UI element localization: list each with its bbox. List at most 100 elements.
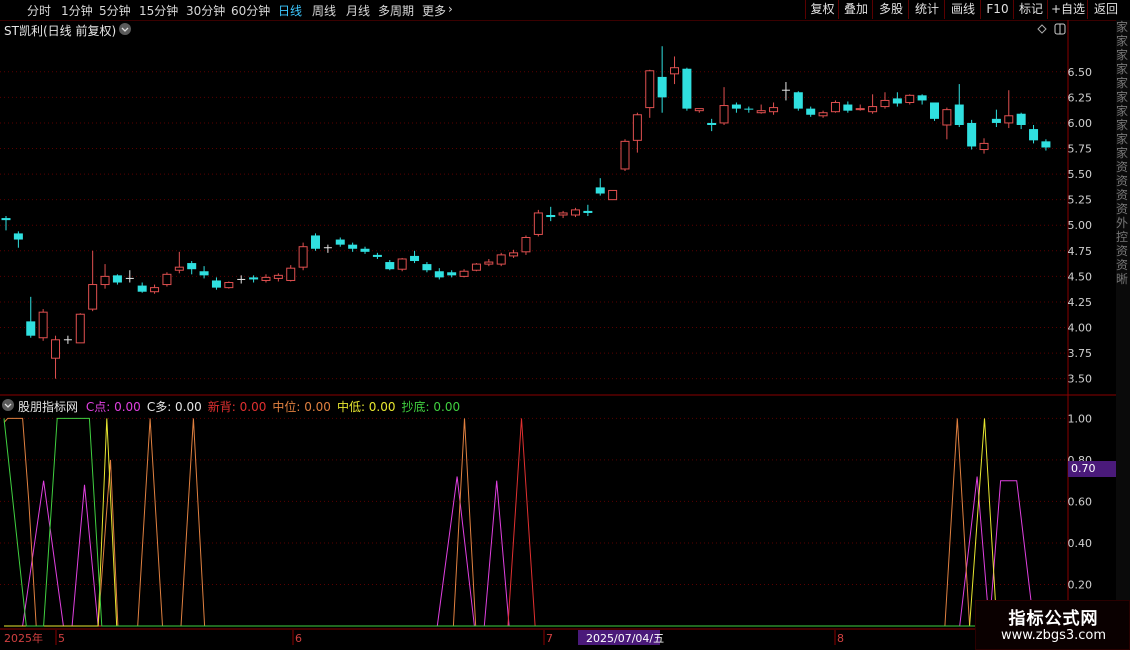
candle-77 bbox=[954, 84, 964, 128]
candle-7 bbox=[88, 250, 98, 312]
candle-body bbox=[731, 104, 741, 109]
price-tick-label-1: 3.75 bbox=[1068, 347, 1093, 360]
indicator-tick-label-1: 0.40 bbox=[1068, 537, 1093, 550]
candle-47 bbox=[583, 204, 593, 217]
candle-body bbox=[311, 235, 320, 249]
candle-body bbox=[112, 275, 122, 283]
price-tick-label-11: 6.25 bbox=[1068, 91, 1093, 104]
candle-body bbox=[657, 76, 667, 98]
price-tick-label-6: 5.00 bbox=[1068, 219, 1093, 232]
candle-body bbox=[682, 68, 692, 109]
indicator-series-label-4: 中低: 0.00 bbox=[336, 400, 396, 414]
candle-body bbox=[13, 233, 23, 240]
candle-body bbox=[447, 272, 457, 276]
candle-body bbox=[818, 112, 828, 117]
candle-0 bbox=[1, 216, 11, 231]
candle-8 bbox=[100, 264, 110, 289]
candle-70 bbox=[868, 94, 878, 114]
diamond-icon bbox=[1037, 24, 1047, 34]
indicator-series-label-2: 新背: 0.00 bbox=[207, 400, 267, 414]
candle-body bbox=[620, 140, 630, 170]
candlestick-series bbox=[1, 46, 1051, 379]
indicator-series bbox=[3, 417, 1069, 627]
candle-60 bbox=[744, 106, 754, 113]
candle-57 bbox=[707, 118, 717, 132]
candle-21 bbox=[261, 274, 271, 283]
candle-body bbox=[583, 210, 593, 213]
candle-35 bbox=[434, 268, 444, 280]
candle-body bbox=[249, 277, 259, 280]
indicator-header: 股朋指标网 C点: 0.00 C多: 0.00 新背: 0.00 中位: 0.00 中低… bbox=[18, 398, 466, 415]
candle-body bbox=[372, 254, 382, 257]
candle-81 bbox=[1004, 90, 1014, 129]
candle-body bbox=[769, 107, 779, 113]
candle-body bbox=[211, 280, 221, 288]
date-axis-label-1: 5 bbox=[58, 632, 65, 645]
watermark-title: 指标公式网 bbox=[1008, 609, 1099, 629]
candle-38 bbox=[471, 263, 481, 272]
candle-body bbox=[1, 218, 11, 221]
candle-75 bbox=[930, 102, 939, 121]
candle-body bbox=[1016, 113, 1026, 125]
candle-5 bbox=[63, 335, 72, 344]
candle-49 bbox=[608, 189, 618, 201]
candle-9 bbox=[112, 274, 122, 285]
candle-56 bbox=[694, 108, 704, 113]
price-tick-label-3: 4.25 bbox=[1068, 296, 1093, 309]
indicator-line-2 bbox=[3, 417, 1069, 627]
candle-27 bbox=[335, 237, 345, 247]
candle-body bbox=[608, 189, 618, 201]
candle-body bbox=[459, 270, 469, 277]
candle-body bbox=[286, 267, 296, 281]
candle-2 bbox=[26, 296, 36, 338]
candle-body bbox=[484, 261, 494, 265]
candle-body bbox=[793, 92, 803, 109]
candle-body bbox=[991, 118, 1001, 123]
candle-82 bbox=[1016, 112, 1026, 130]
candle-74 bbox=[917, 94, 927, 105]
indicator-name: 股朋指标网 bbox=[18, 400, 79, 414]
candle-body bbox=[496, 254, 506, 265]
site-watermark: 指标公式网 www.zbgs3.com bbox=[975, 600, 1130, 650]
candle-84 bbox=[1041, 139, 1051, 151]
candle-64 bbox=[793, 91, 803, 111]
candle-40 bbox=[496, 252, 506, 267]
candle-body bbox=[348, 244, 358, 249]
candle-30 bbox=[372, 252, 382, 259]
date-axis-label-2: 6 bbox=[295, 632, 302, 645]
candle-body bbox=[868, 106, 878, 113]
date-axis-label-5: 8 bbox=[837, 632, 844, 645]
candle-body bbox=[694, 108, 704, 112]
candle-body bbox=[1041, 141, 1051, 148]
candle-body bbox=[224, 282, 234, 289]
indicator-tick-label-0: 0.20 bbox=[1068, 578, 1093, 591]
candle-55 bbox=[682, 67, 692, 111]
price-tick-label-12: 6.50 bbox=[1068, 66, 1093, 79]
candle-22 bbox=[273, 273, 283, 282]
candle-body bbox=[930, 102, 939, 119]
price-tick-label-0: 3.50 bbox=[1068, 373, 1093, 386]
candle-body bbox=[979, 142, 989, 151]
date-axis-label-0: 2025年 bbox=[4, 631, 43, 645]
candle-1 bbox=[13, 231, 23, 248]
candle-12 bbox=[150, 284, 160, 294]
candle-body bbox=[942, 109, 952, 126]
candle-69 bbox=[855, 104, 865, 111]
candle-18 bbox=[224, 281, 234, 289]
candle-body bbox=[100, 275, 110, 286]
candle-6 bbox=[75, 313, 85, 344]
candle-52 bbox=[645, 69, 655, 118]
candle-body bbox=[905, 94, 915, 103]
candle-body bbox=[335, 239, 345, 245]
candle-4 bbox=[51, 335, 61, 379]
price-tick-label-7: 5.25 bbox=[1068, 194, 1093, 207]
candle-body bbox=[558, 212, 568, 216]
candle-72 bbox=[892, 92, 902, 107]
candle-28 bbox=[348, 242, 358, 252]
candle-body bbox=[434, 271, 444, 278]
candle-78 bbox=[967, 119, 977, 150]
right-side-list[interactable]: 家家家家家家家家家家资资资资外控资资晰 bbox=[1116, 20, 1130, 630]
candle-68 bbox=[843, 101, 853, 113]
stock-title: ST凯利(日线 前复权) bbox=[4, 24, 117, 38]
candle-body bbox=[744, 108, 754, 110]
